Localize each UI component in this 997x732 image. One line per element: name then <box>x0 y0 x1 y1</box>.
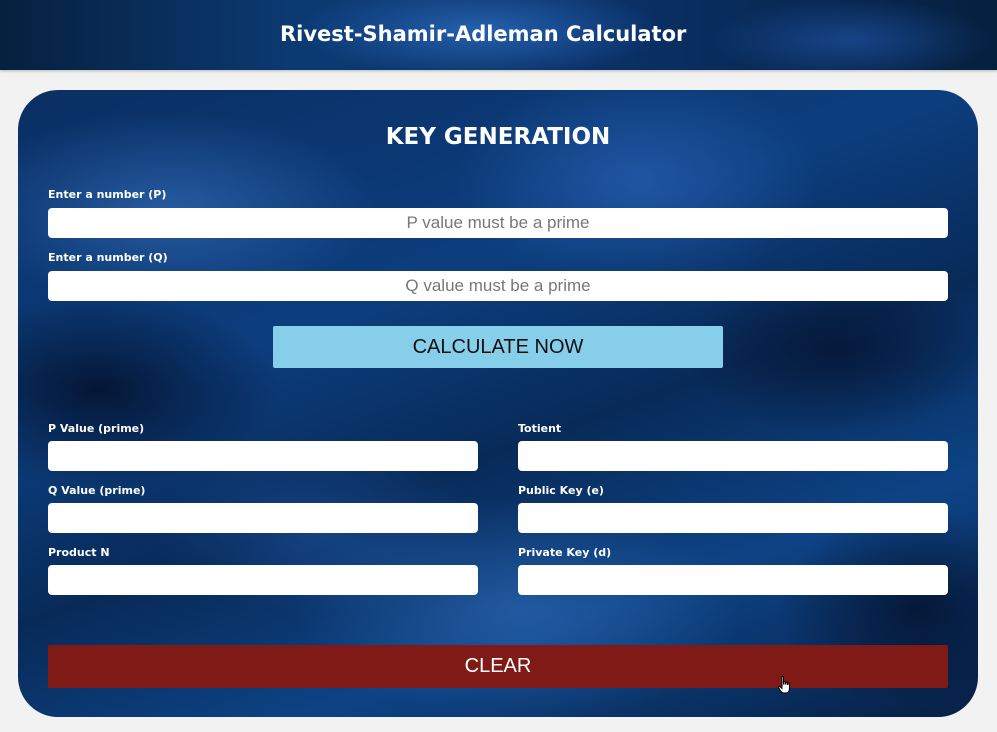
private-key-label: Private Key (d) <box>518 546 612 559</box>
p-input-label: Enter a number (P) <box>48 188 167 201</box>
product-n-field[interactable] <box>48 565 478 595</box>
app-title: Rivest-Shamir-Adleman Calculator <box>280 22 687 46</box>
private-key-field[interactable] <box>518 565 948 595</box>
public-key-field[interactable] <box>518 503 948 533</box>
q-input-label: Enter a number (Q) <box>48 251 168 264</box>
totient-field[interactable] <box>518 441 948 471</box>
product-n-label: Product N <box>48 546 110 559</box>
app-header: Rivest-Shamir-Adleman Calculator <box>0 0 997 70</box>
p-value-label: P Value (prime) <box>48 422 145 435</box>
p-value-field[interactable] <box>48 441 478 471</box>
q-input[interactable] <box>48 271 948 301</box>
totient-label: Totient <box>518 422 562 435</box>
q-value-field[interactable] <box>48 503 478 533</box>
public-key-label: Public Key (e) <box>518 484 604 497</box>
calculate-now-button[interactable]: CALCULATE NOW <box>273 326 723 368</box>
section-title: KEY GENERATION <box>385 124 611 150</box>
q-value-label: Q Value (prime) <box>48 484 146 497</box>
clear-button[interactable]: CLEAR <box>48 645 948 688</box>
p-input[interactable] <box>48 208 948 238</box>
key-generation-card: KEY GENERATION Enter a number (P) Enter … <box>18 90 978 717</box>
hand-pointer-icon <box>778 676 790 694</box>
